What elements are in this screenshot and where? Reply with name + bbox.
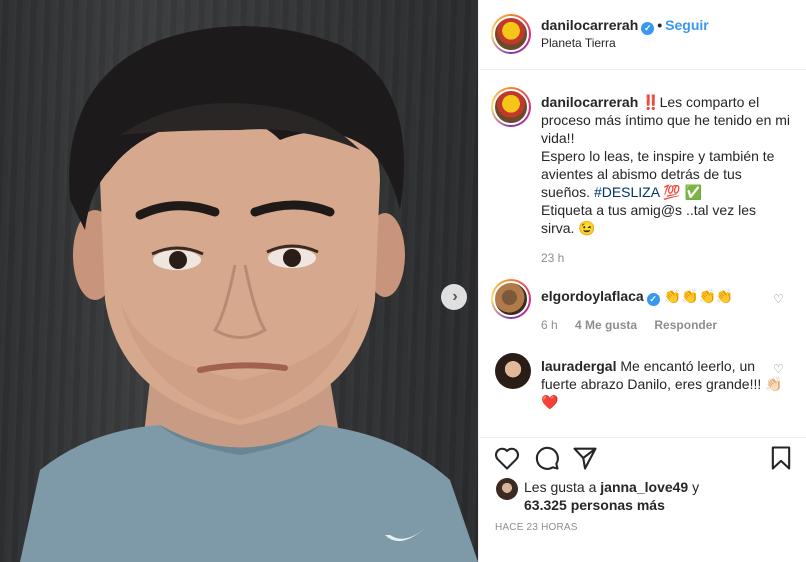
likes-summary: Les gusta a janna_love49 y 63.325 person…	[524, 478, 784, 514]
caption-line-3: Etiqueta a tus amig@s ..tal vez les sirv…	[541, 202, 756, 236]
share-icon[interactable]	[571, 444, 599, 472]
post-media[interactable]: ›	[0, 0, 478, 562]
comment-avatar[interactable]	[491, 279, 531, 319]
liker-username[interactable]: janna_love49	[600, 479, 688, 495]
chevron-right-icon: ›	[452, 288, 458, 305]
post-location[interactable]: Planeta Tierra	[541, 36, 616, 50]
caption-avatar[interactable]	[491, 87, 531, 127]
heart-icon[interactable]	[493, 444, 521, 472]
likes-count[interactable]: 63.325 personas más	[524, 497, 665, 513]
verified-icon: ✓	[641, 22, 655, 35]
comment-time[interactable]: 6 h	[541, 318, 558, 332]
comment-likes[interactable]: 4 Me gusta	[575, 318, 637, 332]
likes-conj: y	[688, 479, 700, 495]
author-username[interactable]: danilocarrerah	[541, 17, 638, 33]
bookmark-icon[interactable]	[767, 444, 795, 472]
reply-button[interactable]: Responder	[654, 318, 717, 332]
caption-text: danilocarrerah ‼️Les comparto el proceso…	[541, 93, 791, 237]
author-avatar[interactable]	[491, 14, 531, 54]
follow-button[interactable]: Seguir	[665, 17, 709, 33]
author-row: danilocarrerah ✓ • Seguir	[541, 17, 709, 35]
comment-text: lauradergal Me encantó leerlo, un fuerte…	[541, 357, 791, 411]
next-slide-button[interactable]: ›	[441, 284, 467, 310]
comment-body: 👏👏👏👏	[663, 288, 734, 304]
post-actions: Les gusta a janna_love49 y 63.325 person…	[479, 437, 806, 562]
liker-avatar[interactable]	[496, 478, 518, 500]
likes-prefix: Les gusta a	[524, 479, 601, 495]
comment-icon[interactable]	[533, 444, 561, 472]
comment-meta: 6 h 4 Me gusta Responder	[541, 318, 731, 332]
comment-avatar[interactable]	[495, 353, 531, 389]
post-sidebar: danilocarrerah ✓ • Seguir Planeta Tierra da…	[478, 0, 806, 562]
comment-like-icon[interactable]: ♡	[773, 362, 784, 376]
comments-list[interactable]: danilocarrerah ‼️Les comparto el proceso…	[479, 71, 806, 437]
comment-username[interactable]: elgordoylaflaca	[541, 288, 644, 304]
comment-username[interactable]: lauradergal	[541, 358, 616, 374]
caption-time[interactable]: 23 h	[541, 251, 564, 265]
portrait-photo	[20, 26, 478, 562]
comment-like-icon[interactable]: ♡	[773, 292, 784, 306]
post-timestamp[interactable]: HACE 23 HORAS	[495, 522, 578, 533]
post-header: danilocarrerah ✓ • Seguir Planeta Tierra	[479, 0, 806, 70]
caption-meta: 23 h	[541, 251, 578, 265]
hashtag-link[interactable]: #DESLIZA	[594, 184, 659, 200]
comment-text: elgordoylaflaca ✓ 👏👏👏👏	[541, 287, 791, 306]
verified-icon: ✓	[646, 293, 660, 306]
separator-dot: •	[657, 17, 663, 33]
caption-emoji: 💯 ✅	[659, 184, 702, 200]
caption-username[interactable]: danilocarrerah	[541, 94, 638, 110]
